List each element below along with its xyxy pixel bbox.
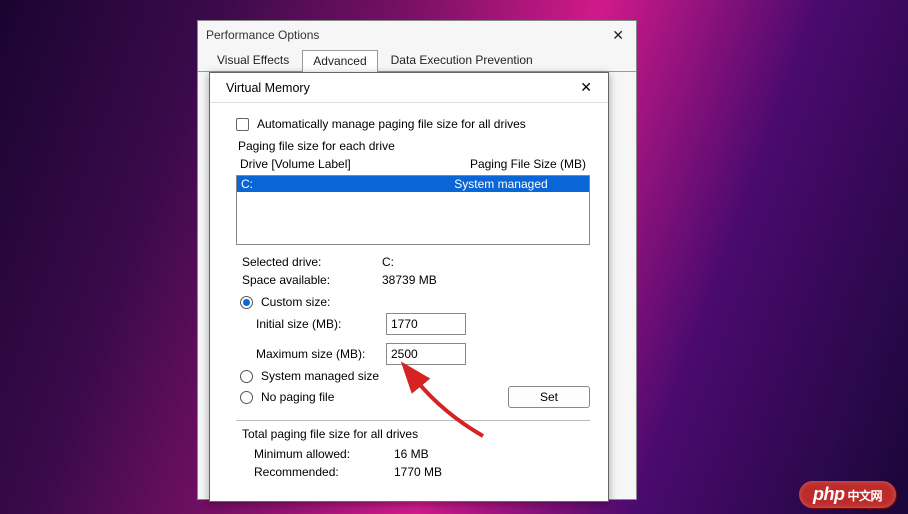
tab-advanced[interactable]: Advanced: [302, 50, 377, 72]
recommended-value: 1770 MB: [394, 465, 590, 479]
recommended-label: Recommended:: [254, 465, 394, 479]
size-header-label: Paging File Size (MB): [470, 157, 586, 171]
checkbox-icon[interactable]: [236, 118, 249, 131]
size-inputs: Initial size (MB): Maximum size (MB):: [256, 313, 590, 365]
drive-group-label: Paging file size for each drive: [238, 139, 590, 153]
custom-size-label: Custom size:: [261, 295, 330, 309]
radio-icon[interactable]: [240, 370, 253, 383]
drive-header-label: Drive [Volume Label]: [240, 157, 351, 171]
virtual-memory-dialog: Virtual Memory ✕ Automatically manage pa…: [209, 72, 609, 502]
totals-group: Total paging file size for all drives Mi…: [236, 420, 590, 479]
watermark-sub: 中文网: [847, 489, 882, 503]
tab-dep[interactable]: Data Execution Prevention: [380, 49, 544, 71]
close-icon[interactable]: ✕: [608, 27, 628, 44]
close-icon[interactable]: ✕: [574, 79, 598, 96]
vm-title: Virtual Memory: [226, 81, 310, 95]
system-managed-option[interactable]: System managed size: [240, 369, 590, 383]
no-paging-option[interactable]: No paging file: [240, 390, 334, 404]
space-available-label: Space available:: [242, 273, 382, 287]
no-paging-label: No paging file: [261, 390, 334, 404]
auto-manage-label: Automatically manage paging file size fo…: [257, 117, 526, 131]
vm-titlebar: Virtual Memory ✕: [210, 73, 608, 103]
auto-manage-row[interactable]: Automatically manage paging file size fo…: [236, 117, 590, 131]
watermark-main: php: [813, 484, 845, 504]
drive-label: C:: [237, 177, 413, 191]
drive-info: Selected drive: C: Space available: 3873…: [242, 255, 590, 287]
min-allowed-value: 16 MB: [394, 447, 590, 461]
selected-drive-value: C:: [382, 255, 590, 269]
drive-row-c[interactable]: C: System managed: [237, 176, 589, 192]
drive-list-header: Drive [Volume Label] Paging File Size (M…: [236, 155, 590, 173]
radio-icon[interactable]: [240, 391, 253, 404]
space-available-value: 38739 MB: [382, 273, 590, 287]
tab-strip: Visual Effects Advanced Data Execution P…: [198, 49, 636, 72]
watermark: php中文网: [799, 481, 896, 508]
system-managed-label: System managed size: [261, 369, 379, 383]
min-allowed-label: Minimum allowed:: [254, 447, 394, 461]
selected-drive-label: Selected drive:: [242, 255, 382, 269]
perf-title: Performance Options: [206, 28, 319, 42]
tab-visual-effects[interactable]: Visual Effects: [206, 49, 300, 71]
initial-size-input[interactable]: [386, 313, 466, 335]
max-size-input[interactable]: [386, 343, 466, 365]
set-button[interactable]: Set: [508, 386, 590, 408]
max-size-label: Maximum size (MB):: [256, 347, 386, 361]
perf-titlebar: Performance Options ✕: [198, 21, 636, 49]
initial-size-label: Initial size (MB):: [256, 317, 386, 331]
desktop-background: Performance Options ✕ Visual Effects Adv…: [0, 0, 908, 514]
drive-status: System managed: [413, 177, 589, 191]
vm-body: Automatically manage paging file size fo…: [210, 103, 608, 487]
drive-list[interactable]: C: System managed: [236, 175, 590, 245]
totals-label: Total paging file size for all drives: [242, 427, 590, 441]
radio-icon[interactable]: [240, 296, 253, 309]
custom-size-option[interactable]: Custom size:: [240, 295, 590, 309]
